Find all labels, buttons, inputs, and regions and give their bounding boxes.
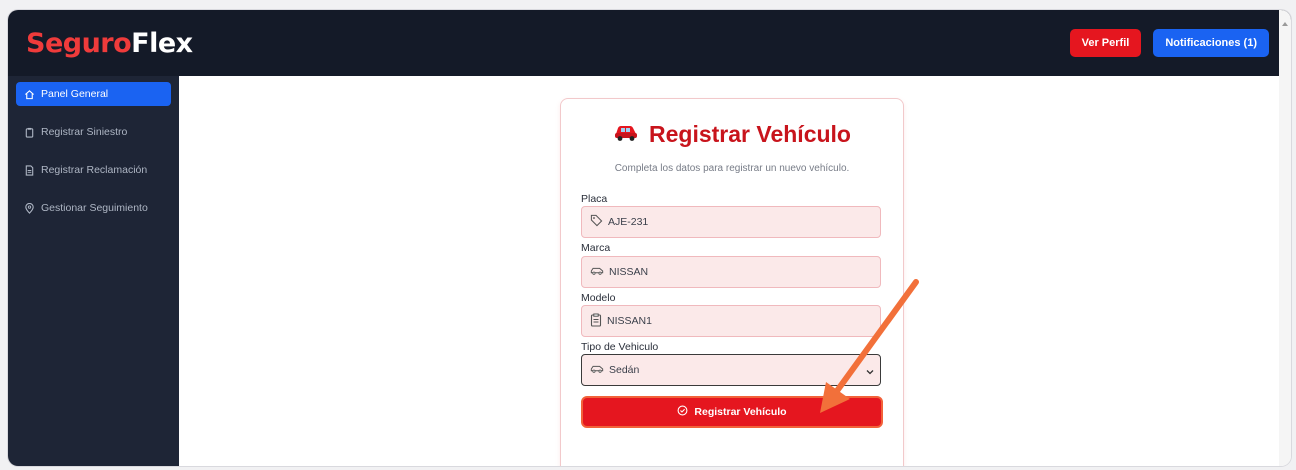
register-vehicle-button[interactable]: Registrar Vehículo: [581, 396, 883, 428]
marca-value: NISSAN: [609, 266, 649, 278]
car-emoji-icon: [613, 121, 639, 148]
placa-input[interactable]: AJE-231: [581, 206, 881, 238]
car-icon: [590, 364, 604, 377]
view-profile-button[interactable]: Ver Perfil: [1069, 29, 1142, 57]
modelo-label: Modelo: [581, 292, 616, 304]
top-actions: Ver Perfil Notificaciones (1): [1069, 29, 1269, 57]
scroll-up-arrow-icon[interactable]: [1282, 22, 1288, 26]
document-icon: [24, 164, 35, 176]
sidebar-item-label: Gestionar Seguimiento: [41, 202, 148, 214]
notifications-button[interactable]: Notificaciones (1): [1153, 29, 1269, 57]
form-subtitle: Completa los datos para registrar un nue…: [614, 163, 850, 174]
tipo-vehiculo-select[interactable]: Sedán: [581, 354, 881, 386]
placa-label: Placa: [581, 193, 608, 205]
tag-icon: [590, 214, 603, 230]
tipo-vehiculo-value: Sedán: [609, 364, 640, 376]
modelo-input[interactable]: NISSAN1: [581, 305, 881, 337]
clipboard-icon: [590, 313, 602, 330]
top-navbar: SeguroFlex Ver Perfil Notificaciones (1): [8, 10, 1291, 76]
placa-value: AJE-231: [608, 216, 649, 228]
sidebar-item-registrar-reclamacion[interactable]: Registrar Reclamación: [16, 158, 171, 182]
page-scrollbar[interactable]: [1279, 10, 1291, 466]
sidebar-item-label: Registrar Reclamación: [41, 164, 148, 176]
marca-input[interactable]: NISSAN: [581, 256, 881, 288]
brand-part-flex: Flex: [131, 27, 193, 59]
sidebar-item-label: Panel General: [41, 88, 109, 100]
brand-logo[interactable]: SeguroFlex: [26, 28, 193, 59]
form-title-text: Registrar Vehículo: [649, 121, 851, 147]
location-pin-icon: [24, 202, 35, 214]
marca-label: Marca: [581, 242, 611, 254]
sidebar-item-registrar-siniestro[interactable]: Registrar Siniestro: [16, 120, 171, 144]
home-icon: [24, 89, 35, 100]
chevron-down-icon[interactable]: [866, 366, 874, 378]
form-title: Registrar Vehículo: [561, 121, 903, 148]
clipboard-icon: [24, 127, 35, 138]
register-vehicle-button-label: Registrar Vehículo: [694, 406, 787, 418]
app-window: SeguroFlex Ver Perfil Notificaciones (1)…: [8, 10, 1291, 466]
sidebar-item-label: Registrar Siniestro: [41, 126, 128, 138]
sidebar-item-panel-general[interactable]: Panel General: [16, 82, 171, 106]
tipo-vehiculo-label: Tipo de Vehiculo: [581, 341, 659, 353]
car-icon: [590, 266, 604, 279]
modelo-value: NISSAN1: [607, 315, 652, 327]
sidebar: Panel General Registrar Siniestro Regist…: [8, 76, 179, 466]
register-vehicle-card: Registrar Vehículo Completa los datos pa…: [560, 98, 904, 466]
brand-part-seguro: Seguro: [26, 27, 132, 59]
check-circle-icon: [677, 405, 688, 419]
sidebar-item-gestionar-seguimiento[interactable]: Gestionar Seguimiento: [16, 196, 171, 220]
